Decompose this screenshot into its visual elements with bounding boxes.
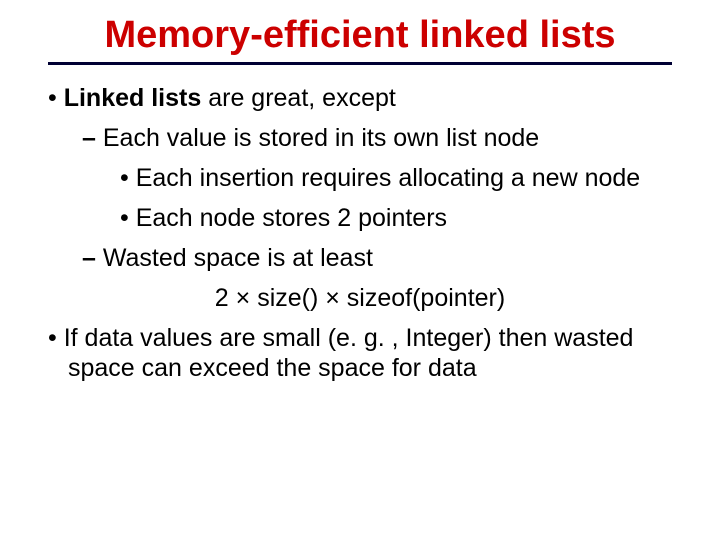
bullet-text: If data values are small (e. g. , Intege… bbox=[64, 324, 634, 382]
title-underline bbox=[48, 62, 672, 65]
bullet-small-values: • If data values are small (e. g. , Inte… bbox=[48, 323, 672, 383]
formula-line: 2 × size() × sizeof(pointer) bbox=[48, 283, 672, 313]
subsubbullet-text: Each node stores 2 pointers bbox=[136, 204, 447, 232]
subbullet-text: Wasted space is at least bbox=[103, 244, 373, 272]
subsubbullet-pointers: • Each node stores 2 pointers bbox=[120, 203, 672, 233]
subsubbullet-text: Each insertion requires allocating a new… bbox=[136, 164, 640, 192]
bullet-glyph: • bbox=[120, 204, 129, 232]
subbullet-text: Each value is stored in its own list nod… bbox=[103, 124, 539, 152]
bullet-text-bold: Linked lists bbox=[64, 84, 202, 112]
bullet-linked-lists: • Linked lists are great, except bbox=[48, 83, 672, 113]
bullet-glyph: • bbox=[48, 324, 57, 352]
dash-glyph: – bbox=[82, 244, 96, 272]
subsubbullet-insertion: • Each insertion requires allocating a n… bbox=[120, 163, 672, 193]
dash-glyph: – bbox=[82, 124, 96, 152]
bullet-text: are great, except bbox=[201, 84, 396, 112]
slide-title: Memory-efficient linked lists bbox=[48, 14, 672, 58]
subbullet-each-value: – Each value is stored in its own list n… bbox=[82, 123, 672, 153]
bullet-glyph: • bbox=[120, 164, 129, 192]
subbullet-wasted-space: – Wasted space is at least bbox=[82, 243, 672, 273]
bullet-glyph: • bbox=[48, 84, 57, 112]
slide: Memory-efficient linked lists • Linked l… bbox=[0, 0, 720, 540]
